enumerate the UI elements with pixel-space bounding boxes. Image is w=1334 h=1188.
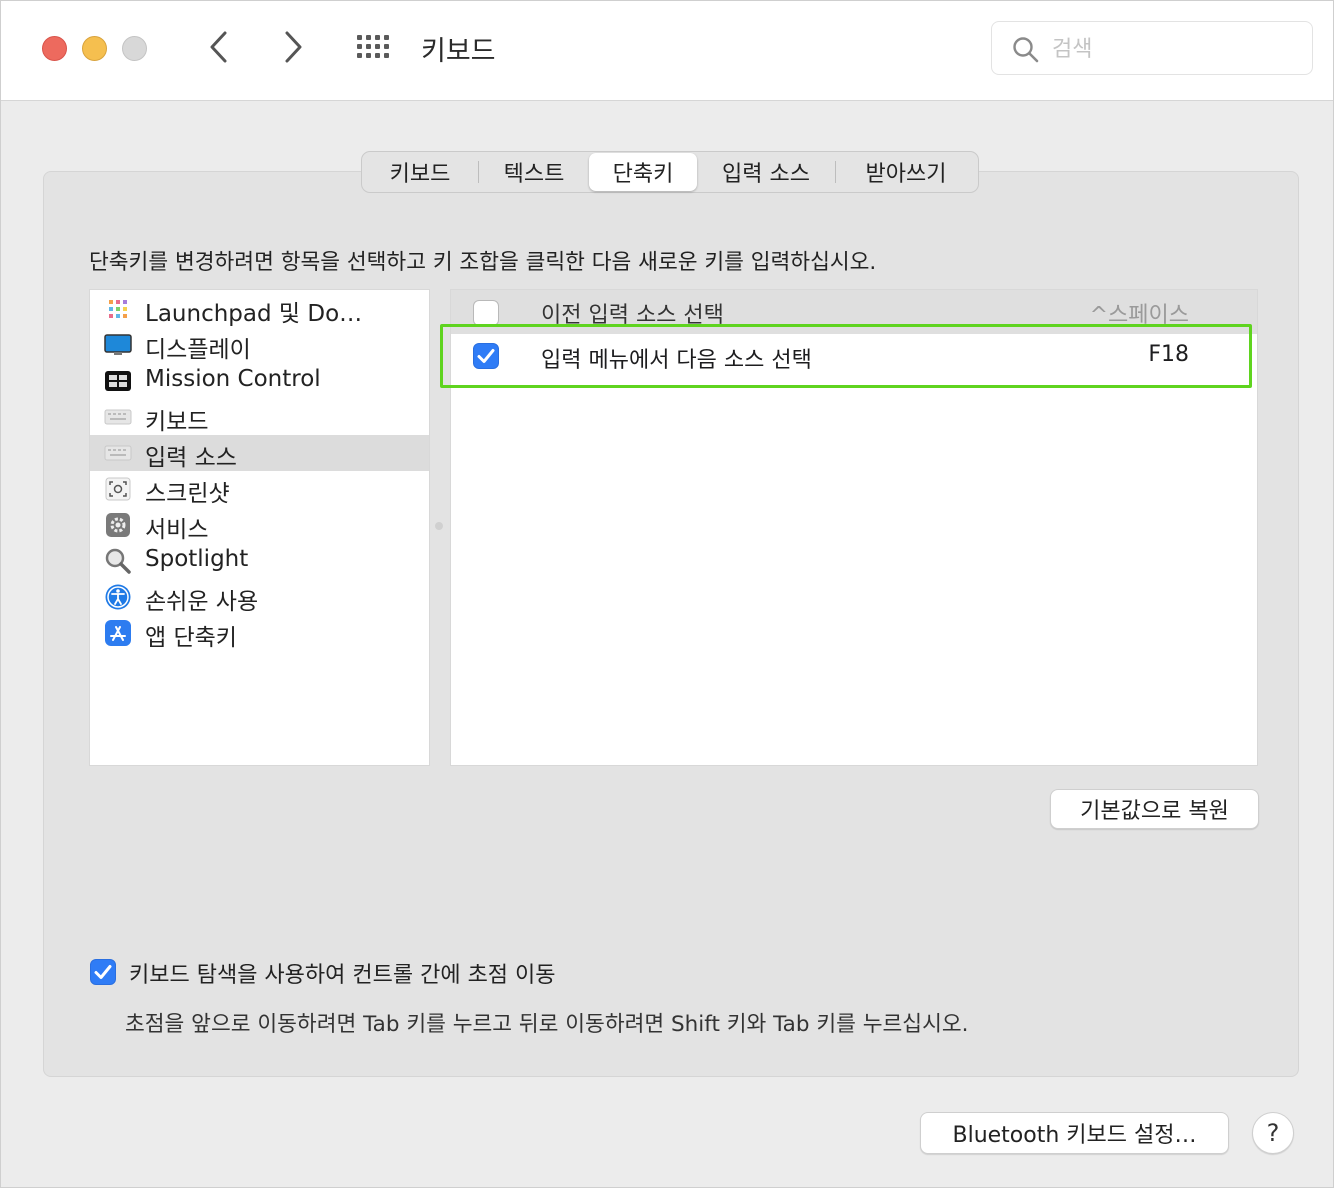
tab-text[interactable]: 텍스트 <box>479 153 589 191</box>
category-label: Mission Control <box>145 366 321 392</box>
category-label: 스크린샷 <box>145 481 230 507</box>
minimize-window-button[interactable] <box>82 36 107 61</box>
category-label: Launchpad 및 Do… <box>145 301 363 327</box>
zoom-window-button <box>122 36 147 61</box>
bluetooth-keyboard-setup-button[interactable]: Bluetooth 키보드 설정… <box>920 1112 1229 1154</box>
back-button[interactable] <box>199 27 239 67</box>
category-services[interactable]: 서비스 <box>90 507 429 543</box>
category-label: 손쉬운 사용 <box>145 589 259 615</box>
category-display[interactable]: 디스플레이 <box>90 327 429 363</box>
instruction-text: 단축키를 변경하려면 항목을 선택하고 키 조합을 클릭한 다음 새로운 키를 … <box>89 250 877 275</box>
split-view-divider[interactable] <box>435 522 443 530</box>
display-icon <box>104 333 132 357</box>
gear-icon <box>104 513 132 537</box>
category-app-shortcuts[interactable]: 앱 단축키 <box>90 615 429 651</box>
category-spotlight[interactable]: Spotlight <box>90 543 429 579</box>
tab-keyboard[interactable]: 키보드 <box>362 153 478 191</box>
input-source-icon <box>104 441 132 465</box>
tab-bar: 키보드 텍스트 단축키 입력 소스 받아쓰기 <box>361 151 979 193</box>
accessibility-icon <box>104 584 132 610</box>
app-store-icon <box>104 620 132 646</box>
shortcut-category-list[interactable]: Launchpad 및 Do… 디스플레이 Mission Control 키보… <box>89 289 430 766</box>
toolbar: 키보드 <box>1 1 1333 101</box>
forward-button[interactable] <box>273 27 313 67</box>
chevron-right-icon <box>285 31 302 63</box>
system-preferences-window: 키보드 키보드 텍스트 단축키 입력 소스 받아쓰기 단축키를 변경하려면 항목… <box>0 0 1334 1188</box>
launchpad-icon <box>104 297 132 321</box>
category-label: 디스플레이 <box>145 337 251 363</box>
show-all-preferences-button[interactable] <box>354 31 394 67</box>
category-label: 키보드 <box>145 409 209 435</box>
search-icon <box>1013 37 1039 63</box>
keyboard-icon <box>104 405 132 429</box>
highlight-box <box>440 324 1252 388</box>
category-screenshots[interactable]: 스크린샷 <box>90 471 429 507</box>
tab-dictation[interactable]: 받아쓰기 <box>836 153 976 191</box>
search-input[interactable] <box>1050 32 1294 66</box>
search-field[interactable] <box>991 21 1313 75</box>
tab-shortcuts[interactable]: 단축키 <box>589 153 697 191</box>
category-label: 입력 소스 <box>145 445 237 471</box>
restore-defaults-button[interactable]: 기본값으로 복원 <box>1050 789 1259 829</box>
chevron-left-icon <box>210 31 227 63</box>
screenshot-icon <box>104 477 132 501</box>
category-mission-control[interactable]: Mission Control <box>90 363 429 399</box>
keyboard-navigation-label[interactable]: 키보드 탐색을 사용하여 컨트롤 간에 초점 이동 <box>129 957 556 989</box>
category-label: 앱 단축키 <box>145 625 237 651</box>
mission-control-icon <box>104 369 132 393</box>
category-keyboard[interactable]: 키보드 <box>90 399 429 435</box>
tab-input-sources[interactable]: 입력 소스 <box>697 153 835 191</box>
magnifier-icon <box>104 548 132 574</box>
category-accessibility[interactable]: 손쉬운 사용 <box>90 579 429 615</box>
close-window-button[interactable] <box>42 36 67 61</box>
category-launchpad-dock[interactable]: Launchpad 및 Do… <box>90 291 429 327</box>
help-button[interactable]: ? <box>1252 1112 1294 1154</box>
category-label: Spotlight <box>145 546 249 572</box>
checkmark-icon <box>94 965 112 979</box>
keyboard-navigation-checkbox[interactable] <box>90 959 116 985</box>
window-title: 키보드 <box>421 36 496 67</box>
category-label: 서비스 <box>145 517 209 543</box>
keyboard-navigation-hint: 초점을 앞으로 이동하려면 Tab 키를 누르고 뒤로 이동하려면 Shift … <box>125 1012 969 1037</box>
category-input-sources[interactable]: 입력 소스 <box>90 435 429 471</box>
